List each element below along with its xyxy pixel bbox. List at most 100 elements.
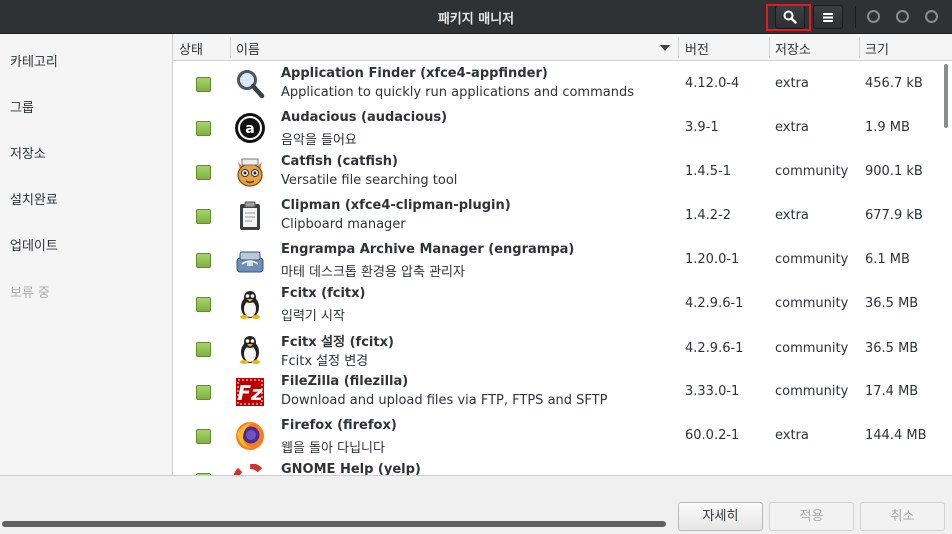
package-state-checkbox[interactable]: [196, 429, 211, 444]
table-row[interactable]: Engrampa Archive Manager (engrampa) 마테 데…: [173, 238, 945, 282]
package-size: 456.7 kB: [865, 76, 923, 91]
column-separator: [859, 37, 860, 58]
package-size: 144.4 MB: [865, 428, 927, 443]
sidebar-item-installed[interactable]: 설치완료: [10, 189, 58, 208]
column-separator: [769, 37, 770, 58]
audacious-icon: a: [235, 113, 265, 143]
package-description: 입력기 시작: [281, 309, 345, 324]
package-name: Fcitx (fcitx): [281, 286, 366, 301]
minimize-button[interactable]: [867, 10, 880, 23]
sidebar-item-pending: 보류 중: [10, 286, 51, 301]
column-separator: [230, 37, 231, 58]
menu-button[interactable]: [813, 5, 843, 29]
package-repo: community: [775, 384, 849, 399]
package-repo: extra: [775, 428, 809, 443]
archive-icon: [236, 251, 264, 273]
package-name: Firefox (firefox): [281, 418, 397, 433]
hamburger-menu-icon: [823, 13, 833, 22]
package-name: Fcitx 설정 (fcitx): [281, 335, 394, 350]
sidebar-item-updates[interactable]: 업데이트: [10, 235, 58, 254]
sidebar-item-repositories[interactable]: 저장소: [10, 143, 46, 162]
maximize-button[interactable]: [896, 10, 909, 23]
package-size: 36.5 MB: [865, 341, 919, 356]
package-name: GNOME Help (yelp): [281, 462, 421, 475]
package-size: 900.1 kB: [865, 164, 923, 179]
table-row[interactable]: GNOME Help (yelp): [173, 458, 945, 475]
package-name: Engrampa Archive Manager (engrampa): [281, 242, 575, 257]
column-separator: [678, 37, 679, 58]
table-row[interactable]: Firefox (firefox) 웹을 돌아 다닙니다 60.0.2-1 ex…: [173, 414, 945, 458]
package-state-checkbox[interactable]: [196, 385, 211, 400]
bottom-bar: 자세히 적용 취소: [0, 475, 952, 534]
table-row[interactable]: Application Finder (xfce4-appfinder) App…: [173, 62, 945, 106]
help-icon: [234, 464, 266, 475]
table-header: 상태 이름 버전 저장소 크기: [173, 34, 952, 61]
package-version: 1.20.0-1: [685, 252, 740, 267]
sidebar: 카테고리 그룹 저장소 설치완료 업데이트 보류 중: [0, 34, 172, 475]
package-name: Audacious (audacious): [281, 110, 448, 125]
package-description: 음악을 들어요: [281, 133, 357, 148]
package-name: FileZilla (filezilla): [281, 374, 409, 389]
sidebar-item-groups[interactable]: 그룹: [10, 97, 34, 116]
table-row[interactable]: a Audacious (audacious) 음악을 들어요 3.9-1 ex…: [173, 106, 945, 150]
package-state-checkbox[interactable]: [196, 209, 211, 224]
clipboard-icon: [240, 201, 260, 230]
table-row[interactable]: Clipman (xfce4-clipman-plugin) Clipboard…: [173, 194, 945, 238]
package-description: Clipboard manager: [281, 217, 406, 232]
package-repo: community: [775, 164, 849, 179]
svg-text:Fz: Fz: [237, 381, 263, 405]
package-state-checkbox[interactable]: [196, 253, 211, 268]
package-table: 상태 이름 버전 저장소 크기 Application Finder (xfce…: [172, 34, 952, 475]
package-repo: extra: [775, 76, 809, 91]
table-row[interactable]: Fz FileZilla (filezilla) Download and up…: [173, 370, 945, 414]
package-name: Clipman (xfce4-clipman-plugin): [281, 198, 511, 213]
package-name: Catfish (catfish): [281, 154, 398, 169]
package-version: 1.4.2-2: [685, 208, 732, 223]
column-header-name[interactable]: 이름: [236, 39, 260, 58]
package-state-checkbox[interactable]: [196, 121, 211, 136]
package-state-checkbox[interactable]: [196, 342, 211, 357]
magnifier-icon: [237, 70, 265, 99]
table-row[interactable]: Fcitx (fcitx) 입력기 시작 4.2.9.6-1 community…: [173, 282, 945, 326]
svg-text:a: a: [245, 121, 254, 137]
column-header-size[interactable]: 크기: [865, 39, 889, 58]
package-size: 6.1 MB: [865, 252, 910, 267]
package-repo: community: [775, 252, 849, 267]
package-state-checkbox[interactable]: [196, 297, 211, 312]
package-version: 3.33.0-1: [685, 384, 740, 399]
package-repo: community: [775, 341, 849, 356]
column-header-repo[interactable]: 저장소: [775, 39, 811, 58]
package-description: Versatile file searching tool: [281, 173, 458, 188]
title-bar: 패키지 매니저: [0, 0, 952, 34]
package-description: Application to quickly run applications …: [281, 85, 634, 100]
package-description: Fcitx 설정 변경: [281, 354, 369, 369]
package-size: 677.9 kB: [865, 208, 923, 223]
titlebar-separator: [855, 6, 856, 28]
package-version: 4.2.9.6-1: [685, 296, 744, 311]
column-header-version[interactable]: 버전: [685, 39, 709, 58]
apply-button[interactable]: 적용: [769, 502, 854, 531]
package-description: 웹을 돌아 다닙니다: [281, 441, 385, 456]
catfish-icon: [237, 158, 263, 187]
package-state-checkbox[interactable]: [196, 165, 211, 180]
package-size: 17.4 MB: [865, 384, 919, 399]
tux-penguin-icon: [240, 336, 260, 364]
vertical-scrollbar[interactable]: [944, 64, 948, 128]
search-button[interactable]: [775, 5, 805, 29]
column-header-state[interactable]: 상태: [179, 39, 203, 58]
package-repo: extra: [775, 208, 809, 223]
sidebar-item-categories[interactable]: 카테고리: [10, 51, 58, 70]
table-row[interactable]: Fcitx 설정 (fcitx) Fcitx 설정 변경 4.2.9.6-1 c…: [173, 327, 945, 371]
horizontal-scrollbar[interactable]: [2, 521, 666, 527]
details-button[interactable]: 자세히: [678, 502, 763, 531]
package-description: 마테 데스크톱 환경용 압축 관리자: [281, 265, 465, 280]
package-name: Application Finder (xfce4-appfinder): [281, 66, 548, 81]
close-button[interactable]: [925, 10, 938, 23]
package-description: Download and upload files via FTP, FTPS …: [281, 393, 608, 408]
table-row[interactable]: Catfish (catfish) Versatile file searchi…: [173, 150, 945, 194]
package-version: 3.9-1: [685, 120, 719, 135]
package-state-checkbox[interactable]: [196, 77, 211, 92]
package-size: 1.9 MB: [865, 120, 910, 135]
package-repo: community: [775, 296, 849, 311]
cancel-button[interactable]: 취소: [860, 502, 945, 531]
